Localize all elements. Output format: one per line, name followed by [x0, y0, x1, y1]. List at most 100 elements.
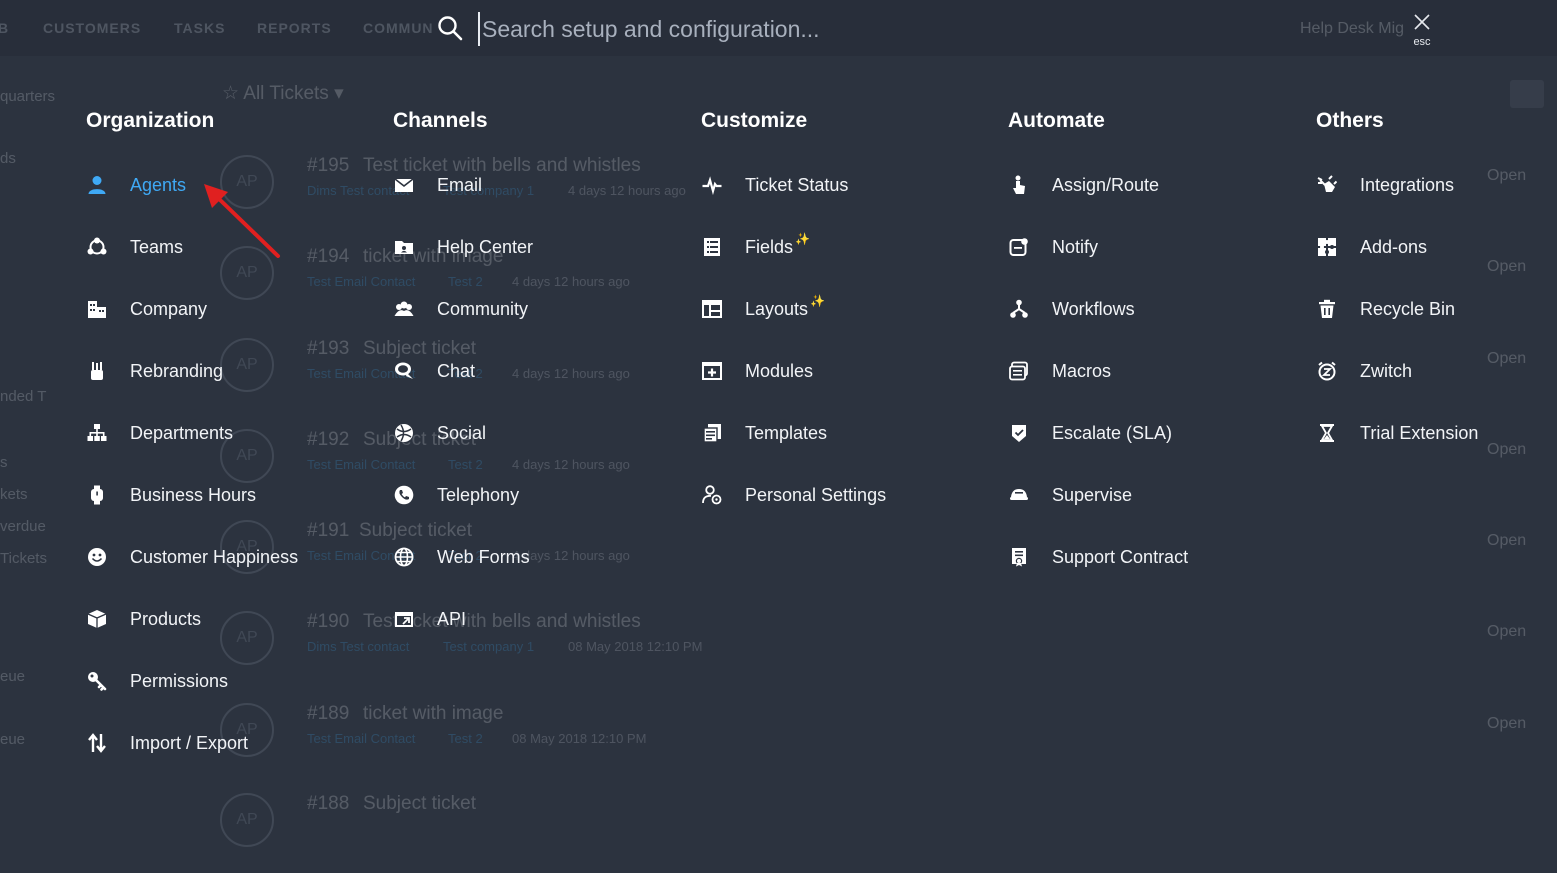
smiley-icon [86, 546, 108, 568]
menu-item-import-export[interactable]: Import / Export [86, 728, 248, 758]
menu-item-telephony[interactable]: Telephony [393, 480, 519, 510]
background-ticket-number: #190 [307, 611, 350, 632]
background-view-title: ☆ All Tickets ▾ [222, 83, 344, 104]
menu-item-agents[interactable]: Agents [86, 170, 186, 200]
background-sidebar-item: ds [0, 150, 16, 167]
modules-icon [701, 360, 723, 382]
menu-column-organization: Organization Agents Teams Company Rebran… [86, 108, 298, 753]
background-ticket-status: Open [1487, 167, 1527, 184]
menu-item-customer-happiness[interactable]: Customer Happiness [86, 542, 298, 572]
menu-item-api[interactable]: API [393, 604, 466, 634]
background-ticket-status: Open [1487, 623, 1527, 640]
menu-item-trial-extension[interactable]: Trial Extension [1316, 418, 1478, 448]
menu-item-support-contract[interactable]: Support Contract [1008, 542, 1188, 572]
background-avatar: AP [220, 611, 274, 665]
menu-item-add-ons[interactable]: Add-ons [1316, 232, 1427, 262]
menu-item-label: Agents [130, 174, 187, 195]
background-avatar: AP [220, 793, 274, 847]
background-sidebar-item: quarters [0, 88, 56, 105]
menu-item-label: Templates [745, 422, 828, 443]
background-sidebar-item: Tickets [0, 550, 47, 567]
close-icon[interactable] [1413, 13, 1431, 31]
menu-item-company[interactable]: Company [86, 294, 207, 324]
menu-item-supervise[interactable]: Supervise [1008, 480, 1132, 510]
close-search-button[interactable]: esc [1408, 10, 1436, 50]
column-title-organization: Organization [86, 109, 215, 132]
key-icon [86, 670, 108, 692]
plug-icon [1316, 174, 1338, 196]
menu-item-label: Support Contract [1052, 546, 1189, 567]
globe-icon [393, 546, 415, 568]
background-ticket-number: #188 [307, 793, 350, 814]
background-sidebar-item: s [0, 454, 8, 471]
menu-item-escalate-sla[interactable]: Escalate (SLA) [1008, 418, 1172, 448]
menu-item-ticket-status[interactable]: Ticket Status [701, 170, 848, 200]
menu-item-macros[interactable]: Macros [1008, 356, 1111, 386]
menu-item-label: Layouts [745, 298, 809, 319]
background-view-toggle [1510, 80, 1544, 108]
background-ticket-status: Open [1487, 715, 1527, 732]
menu-item-web-forms[interactable]: Web Forms [393, 542, 530, 572]
menu-item-label: Modules [745, 360, 814, 381]
menu-item-assign-route[interactable]: Assign/Route [1008, 170, 1159, 200]
menu-item-teams[interactable]: Teams [86, 232, 183, 262]
menu-item-templates[interactable]: Templates [701, 418, 827, 448]
setup-search-input[interactable] [478, 12, 1382, 46]
pointer-icon [1008, 174, 1030, 196]
sparkle-icon: ✨ [795, 232, 810, 246]
background-ticket-time: 4 days 12 hours ago [568, 183, 686, 198]
menu-item-email[interactable]: Email [393, 170, 482, 200]
sparkle-icon: ✨ [810, 294, 825, 308]
menu-item-label: Fields [745, 236, 794, 257]
watch-icon [86, 484, 108, 506]
menu-item-notify[interactable]: Notify [1008, 232, 1098, 262]
menu-item-chat[interactable]: Chat [393, 356, 475, 386]
menu-item-help-center[interactable]: Help Center [393, 232, 533, 262]
supervise-icon [1008, 484, 1030, 506]
menu-item-recycle-bin[interactable]: Recycle Bin [1316, 294, 1455, 324]
menu-item-label: Social [437, 422, 487, 443]
notify-icon [1008, 236, 1030, 258]
help-center-icon [393, 236, 415, 258]
background-ticket-number: #189 [307, 703, 350, 724]
menu-item-departments[interactable]: Departments [86, 418, 233, 448]
brush-icon [86, 360, 108, 382]
background-ticket-time: 4 days 12 hours ago [512, 274, 630, 289]
shield-icon [1008, 422, 1030, 444]
menu-item-rebranding[interactable]: Rebranding [86, 356, 223, 386]
menu-item-layouts[interactable]: Layouts ✨ [701, 294, 825, 324]
menu-item-integrations[interactable]: Integrations [1316, 170, 1454, 200]
background-ticket-time: 4 days 12 hours ago [512, 457, 630, 472]
background-ticket-time: 08 May 2018 12:10 PM [568, 639, 703, 654]
menu-item-community[interactable]: Community [393, 294, 528, 324]
puzzle-icon [1316, 236, 1338, 258]
menu-item-label: Business Hours [130, 484, 257, 505]
menu-item-zwitch[interactable]: Zwitch [1316, 356, 1412, 386]
team-icon [86, 236, 108, 258]
background-ticket-row: AP #188 Subject ticket [0, 793, 1557, 873]
background-ticket-number: #193 [307, 338, 350, 359]
menu-column-automate: Automate Assign/Route Notify Workflows M… [1008, 108, 1188, 567]
pulse-icon [701, 174, 723, 196]
menu-item-label: Assign/Route [1052, 174, 1160, 195]
background-avatar: AP [220, 338, 274, 392]
menu-item-workflows[interactable]: Workflows [1008, 294, 1135, 324]
contract-icon [1008, 546, 1030, 568]
background-ticket-company: Test 2 [448, 274, 483, 289]
menu-item-permissions[interactable]: Permissions [86, 666, 228, 696]
background-sidebar-item: eue [0, 668, 26, 685]
menu-item-label: Teams [130, 236, 184, 257]
menu-item-business-hours[interactable]: Business Hours [86, 480, 256, 510]
background-ticket-time: 08 May 2018 12:10 PM [512, 731, 647, 746]
menu-item-label: Supervise [1052, 484, 1133, 505]
menu-item-social[interactable]: Social [393, 418, 486, 448]
background-ticket-contact: Test Email Contact [307, 731, 416, 746]
background-ticket-time: 4 days 12 hours ago [512, 366, 630, 381]
community-icon [393, 298, 415, 320]
menu-item-personal-settings[interactable]: Personal Settings [701, 480, 886, 510]
menu-item-products[interactable]: Products [86, 604, 201, 634]
setup-search-bar: esc [0, 0, 1557, 57]
menu-item-fields[interactable]: Fields ✨ [701, 232, 810, 262]
api-icon [393, 608, 415, 630]
menu-item-modules[interactable]: Modules [701, 356, 813, 386]
